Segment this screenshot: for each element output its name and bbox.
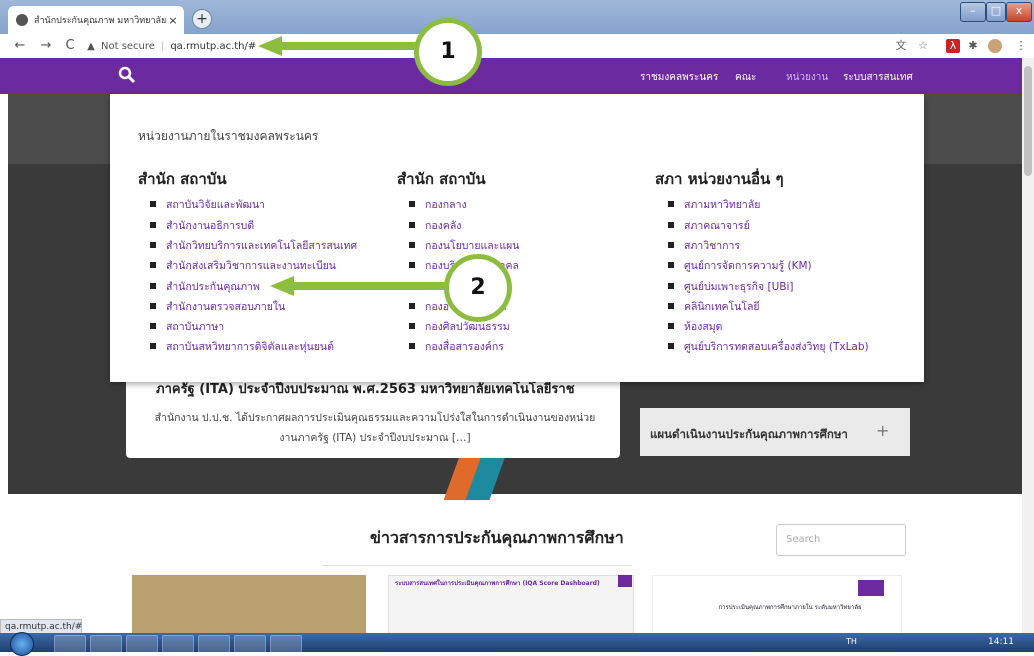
arrow-2: [270, 276, 452, 296]
callout-2: 2: [444, 254, 512, 322]
annotation-arrows: [258, 36, 452, 296]
callout-1: 1: [414, 18, 482, 86]
arrow-1: [258, 36, 420, 56]
